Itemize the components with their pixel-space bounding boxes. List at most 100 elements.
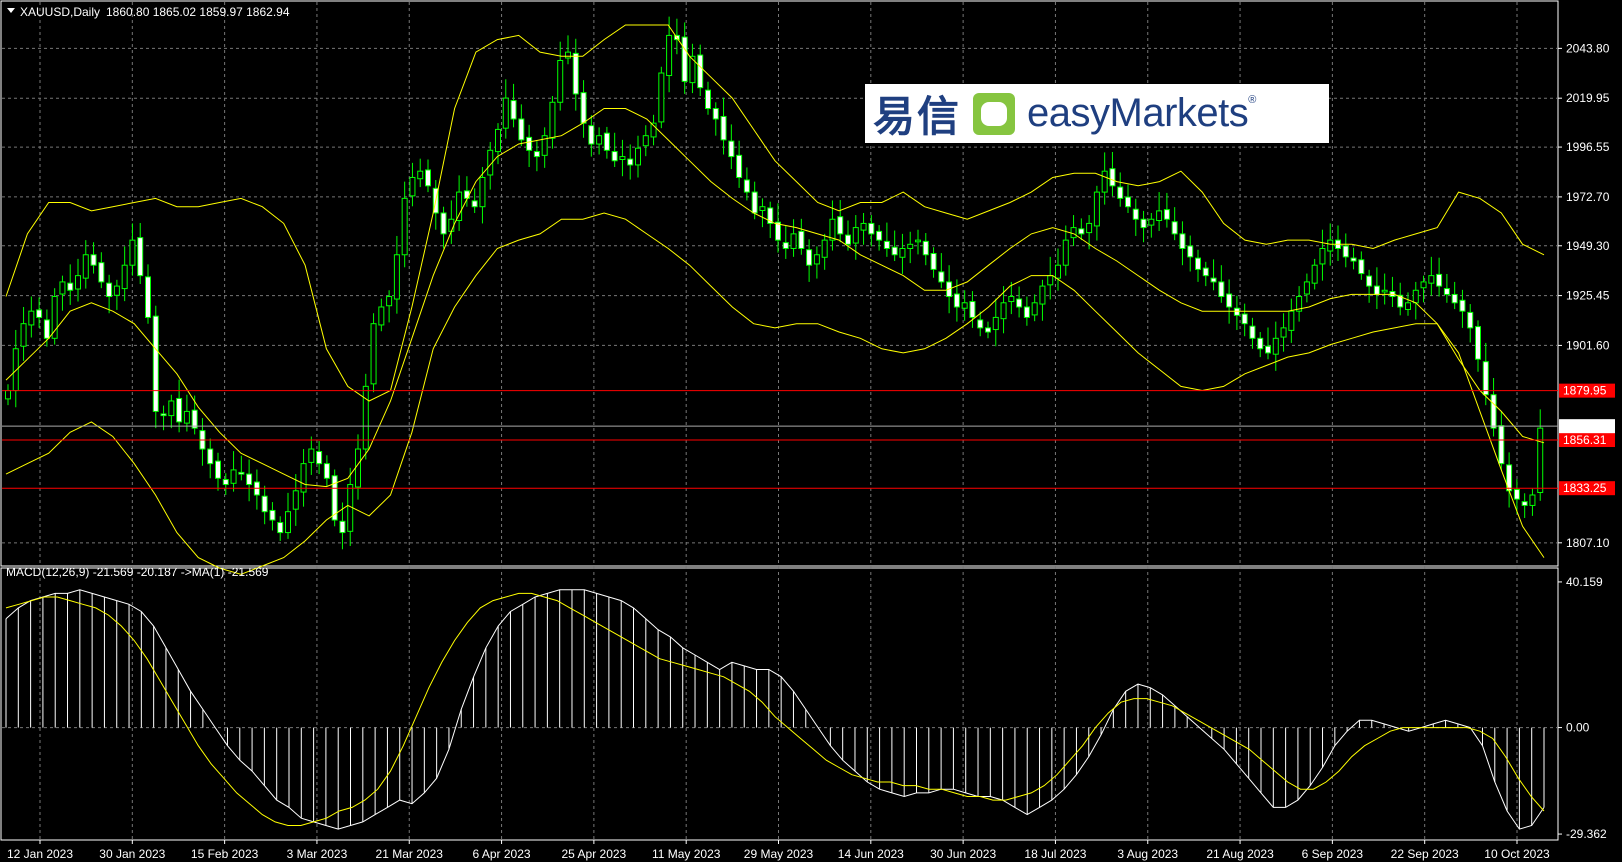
candle-body [868, 222, 875, 235]
candle-body [510, 100, 517, 120]
candle-body [907, 243, 914, 249]
candle-body [565, 51, 571, 59]
candle-body [922, 240, 929, 256]
candle-body [1350, 257, 1357, 262]
candle-body [1327, 239, 1334, 252]
candle-body [1381, 289, 1388, 293]
time-tick-label: 25 Apr 2023 [562, 847, 627, 861]
candle-body [137, 237, 144, 277]
price-tick-label: 1972.70 [1566, 190, 1610, 204]
candle-body [1257, 337, 1264, 350]
candle-body [440, 212, 447, 235]
candle-body [1513, 489, 1520, 500]
candle-body [837, 216, 844, 235]
candle-body [1529, 494, 1536, 506]
candle-body [261, 495, 268, 513]
candle-body [502, 97, 509, 129]
candle-body [113, 285, 120, 296]
candle-body [370, 323, 377, 385]
candle-body [1070, 227, 1077, 239]
macd-tick-label: 0.00 [1566, 721, 1590, 735]
candle-body [603, 132, 610, 151]
candle-body [323, 463, 330, 479]
candle-body [5, 390, 11, 400]
macd-pane-frame [0, 567, 1559, 841]
candle-body [1078, 228, 1085, 235]
candle-body [176, 397, 183, 423]
candle-body [12, 348, 19, 392]
dropdown-triangle-icon[interactable] [7, 8, 15, 13]
candle-body [215, 460, 221, 479]
candle-body [191, 409, 198, 429]
candle-body [1490, 394, 1497, 429]
candle-body [806, 249, 813, 266]
candle-body [1163, 209, 1170, 220]
candle-body [67, 282, 74, 291]
candle-body [1039, 285, 1046, 305]
candle-body [798, 230, 805, 249]
candle-body [51, 296, 58, 339]
candle-body [43, 319, 50, 339]
candle-body [891, 246, 898, 256]
candle-body [463, 190, 470, 199]
candle-body [495, 128, 501, 153]
candle-body [1125, 196, 1131, 208]
time-tick-label: 12 Jan 2023 [7, 847, 73, 861]
candle-body [1265, 345, 1271, 354]
candle-body [1226, 293, 1233, 308]
logo-mark-icon [973, 92, 1016, 135]
candle-body [1086, 222, 1093, 234]
candle-body [1023, 306, 1030, 318]
bollinger-upper [5, 24, 1545, 402]
candle-body [277, 522, 284, 534]
candle-body [1055, 264, 1061, 279]
macd-tick-label: 40.159 [1566, 575, 1603, 589]
candle-body [36, 309, 43, 318]
chart-canvas[interactable]: 1879.95 1856.31 1833.25 1862.94 2043.80 2019… [0, 0, 1622, 862]
candle-body [1093, 191, 1100, 227]
candle-body [183, 410, 190, 424]
candle-body [1311, 264, 1318, 284]
candle-body [292, 490, 299, 510]
candle-body [1202, 267, 1209, 277]
time-tick-label: 21 Aug 2023 [1206, 847, 1274, 861]
candle-body [1156, 210, 1163, 221]
candle-body [790, 233, 797, 249]
candle-body [1405, 302, 1411, 310]
candle-body [751, 191, 758, 214]
candle-body [121, 264, 128, 290]
candle-body [168, 400, 175, 417]
candle-body [1467, 311, 1474, 329]
candle-body [845, 234, 851, 245]
time-tick-label: 6 Apr 2023 [473, 847, 531, 861]
logo-chinese-text: 易信 [873, 92, 962, 141]
candle-body [518, 118, 525, 141]
candle-body [930, 253, 937, 270]
time-tick-label: 29 May 2023 [744, 847, 814, 861]
candle-body [596, 135, 603, 145]
candle-body [969, 301, 976, 318]
candle-body [471, 200, 478, 208]
candle-body [953, 293, 960, 308]
candle-body [417, 170, 424, 180]
candle-body [401, 197, 408, 256]
candle-body [1117, 186, 1124, 199]
candle-body [425, 169, 431, 187]
candle-body [666, 34, 673, 77]
candle-body [1537, 427, 1544, 493]
candle-body [681, 36, 688, 82]
candle-body [393, 254, 400, 300]
price-tick-label: 1925.45 [1566, 289, 1610, 303]
candle-body [1319, 247, 1326, 265]
candle-body [1482, 361, 1489, 396]
candle-body [1358, 259, 1365, 275]
macd-tick-label: -29.362 [1566, 827, 1607, 841]
candle-body [1171, 221, 1178, 235]
candle-body [1031, 302, 1038, 316]
candle-body [1016, 298, 1023, 308]
candle-body [129, 239, 136, 266]
time-tick-label: 21 Mar 2023 [376, 847, 444, 861]
candle-body [160, 413, 167, 417]
candle-body [1303, 281, 1310, 295]
candle-body [1179, 233, 1186, 249]
